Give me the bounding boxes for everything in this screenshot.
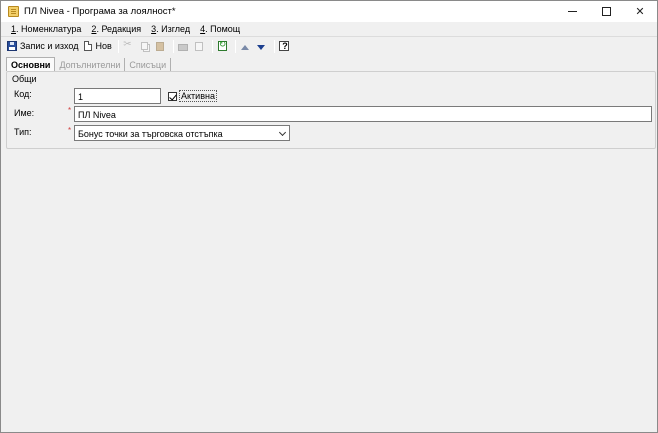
arrow-up-icon	[241, 44, 250, 50]
minimize-button[interactable]	[555, 1, 589, 22]
type-select-value: Бонус точки за търговска отстъпка	[78, 129, 223, 139]
help-button[interactable]	[278, 39, 294, 53]
type-select[interactable]: Бонус точки за търговска отстъпка	[74, 125, 290, 141]
copy-button[interactable]	[138, 39, 154, 53]
required-marker: *	[68, 126, 72, 135]
window-controls: ✕	[555, 1, 657, 22]
window-title: ПЛ Nivea - Програма за лоялност*	[24, 6, 176, 17]
title-bar: ПЛ Nivea - Програма за лоялност* ✕	[1, 1, 657, 22]
general-group: Общи Код: 1 Активна Име: * ПЛ Nivea Тип:…	[6, 71, 656, 149]
cut-icon	[123, 39, 133, 51]
toolbar: Запис и изход Нов	[4, 38, 654, 54]
print-preview-button[interactable]	[193, 39, 209, 53]
toolbar-refresh-group	[216, 39, 232, 54]
chevron-down-icon	[278, 128, 287, 137]
save-icon	[7, 41, 17, 51]
toolbar-separator	[211, 39, 213, 53]
toolbar-nav-group	[239, 39, 271, 54]
document-icon	[8, 6, 19, 17]
tab-basic[interactable]: Основни	[6, 57, 56, 71]
toolbar-separator	[273, 39, 275, 53]
help-icon	[279, 41, 290, 51]
toolbar-separator	[172, 39, 174, 53]
tab-strip: Основни Допълнителни Списъци	[6, 57, 172, 71]
toolbar-help-group	[278, 39, 294, 54]
menu-edit[interactable]: 2. Редакция	[89, 24, 143, 34]
toolbar-file-group: Запис и изход Нов	[4, 39, 115, 54]
code-label: Код:	[14, 89, 32, 99]
close-icon: ✕	[635, 5, 645, 18]
paste-button[interactable]	[154, 39, 170, 53]
code-input[interactable]: 1	[74, 88, 161, 104]
menu-help[interactable]: 4. Помощ	[198, 24, 242, 34]
menu-bar: 1. Номенклатура 2. Редакция 3. Изглед 4.…	[1, 22, 657, 37]
menu-nomenclature[interactable]: 1. Номенклатура	[9, 24, 83, 34]
type-label: Тип:	[14, 127, 32, 137]
next-button[interactable]	[255, 39, 271, 53]
close-button[interactable]: ✕	[623, 1, 657, 22]
arrow-down-icon	[257, 44, 266, 50]
new-button[interactable]: Нов	[81, 39, 114, 53]
new-document-icon	[84, 41, 93, 51]
menu-view[interactable]: 3. Изглед	[149, 24, 192, 34]
refresh-icon	[217, 40, 227, 51]
active-label: Активна	[179, 90, 217, 102]
toolbar-separator	[234, 39, 236, 53]
active-checkbox[interactable]: Активна	[168, 90, 217, 102]
main-content: Основни Допълнителни Списъци Общи Код: 1…	[4, 55, 656, 430]
name-input[interactable]: ПЛ Nivea	[74, 106, 652, 122]
cut-button[interactable]	[122, 39, 138, 53]
app-window: ПЛ Nivea - Програма за лоялност* ✕ 1. Но…	[0, 0, 658, 433]
print-button[interactable]	[177, 39, 193, 53]
print-preview-icon	[195, 41, 204, 51]
toolbar-separator	[117, 39, 119, 53]
checkbox-check-icon	[168, 91, 177, 101]
refresh-button[interactable]	[216, 39, 232, 53]
previous-button[interactable]	[239, 39, 255, 53]
tab-lists[interactable]: Списъци	[125, 58, 172, 71]
toolbar-clipboard-group	[122, 39, 170, 54]
toolbar-print-group	[177, 39, 209, 54]
minimize-icon	[567, 11, 577, 12]
paste-icon	[156, 41, 165, 51]
group-title: Общи	[12, 74, 37, 84]
maximize-icon	[601, 7, 611, 16]
print-icon	[178, 43, 189, 51]
maximize-button[interactable]	[589, 1, 623, 22]
required-marker: *	[68, 106, 72, 115]
name-label: Име:	[14, 108, 35, 118]
copy-icon	[140, 42, 148, 50]
tab-additional[interactable]: Допълнителни	[55, 58, 126, 71]
save-exit-button[interactable]: Запис и изход	[4, 39, 81, 53]
